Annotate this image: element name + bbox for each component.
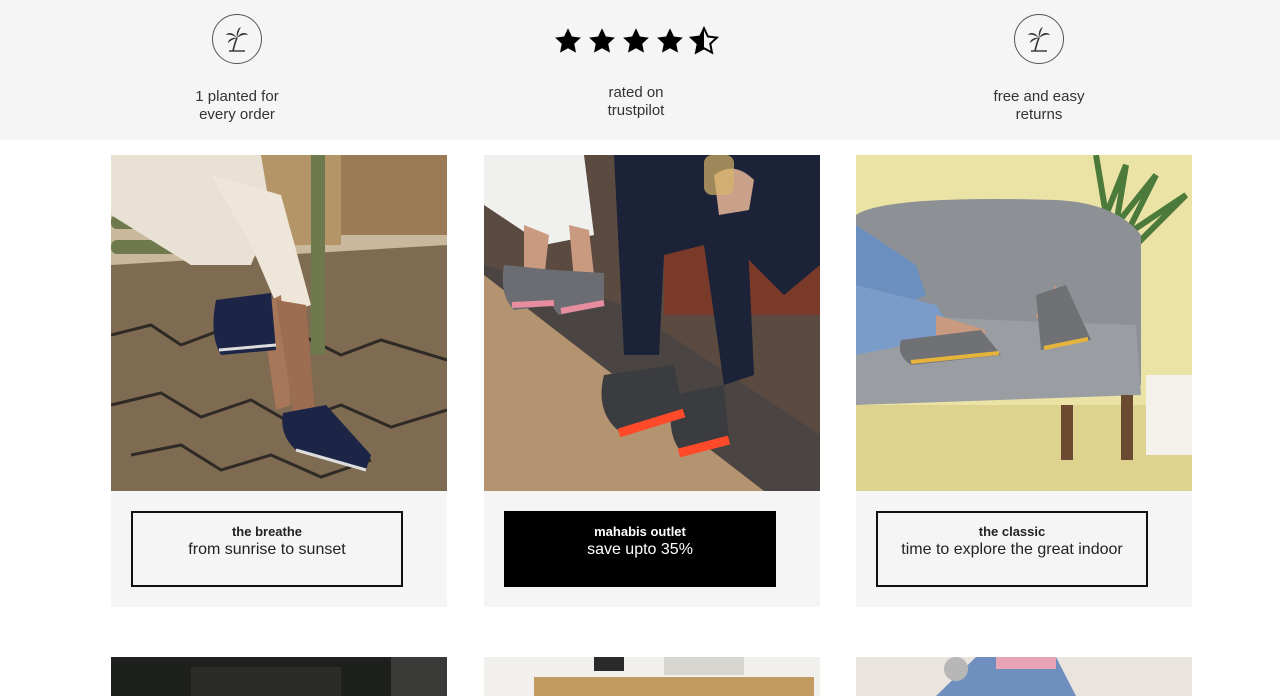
star-icon [555,28,581,53]
star-icon [623,28,649,53]
cta-breathe[interactable]: the breathe from sunrise to sunset [131,511,403,587]
cta-subtitle: time to explore the great indoor [901,541,1123,558]
palm-tree-icon [212,14,262,64]
half-star-icon [689,26,719,55]
cta-subtitle: from sunrise to sunset [188,541,346,558]
feature-tree-planting: 1 planted for every order [117,14,357,124]
cta-outlet[interactable]: mahabis outlet save upto 35% [504,511,776,587]
product-card-outlet[interactable]: mahabis outlet save upto 35% [484,155,820,607]
features-band: 1 planted for every order rated on trust… [0,0,1280,140]
product-photo[interactable] [856,155,1192,491]
feature-label: rated on trustpilot [607,84,665,119]
product-photo-next-row[interactable] [111,657,447,696]
product-card-classic[interactable]: the classic time to explore the great in… [856,155,1192,607]
product-photo[interactable] [484,155,820,491]
feature-rating[interactable]: rated on trustpilot [516,14,756,120]
cta-title: the breathe [231,524,303,539]
cta-title: the classic [978,524,1046,539]
cta-title: mahabis outlet [594,524,686,539]
cta-subtitle: save upto 35% [587,541,693,558]
cta-classic[interactable]: the classic time to explore the great in… [876,511,1148,587]
feature-returns: free and easy returns [919,14,1159,124]
feature-label: free and easy returns [993,88,1085,123]
palm-tree-icon [1014,14,1064,64]
feature-label: 1 planted for every order [195,88,279,123]
product-photo-next-row[interactable] [484,657,820,696]
star-icon [657,28,683,53]
star-rating-icon [516,26,756,58]
product-card-breathe[interactable]: the breathe from sunrise to sunset [111,155,447,607]
product-photo-next-row[interactable] [856,657,1192,696]
product-photo[interactable] [111,155,447,491]
star-icon [589,28,615,53]
